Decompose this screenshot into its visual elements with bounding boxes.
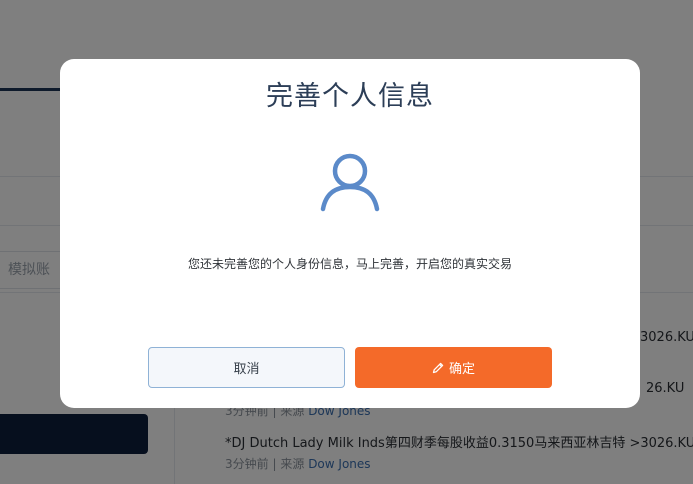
dialog-message: 您还未完善您的个人身份信息，马上完善，开启您的真实交易 [187, 257, 512, 271]
confirm-button-label: 确定 [448, 362, 475, 377]
cancel-button[interactable]: 取消 [148, 347, 345, 388]
complete-profile-dialog: 完善个人信息 您还未完善您的个人身份信息，马上完善，开启您的真实交易 取消 确定 [60, 59, 640, 408]
dialog-title: 完善个人信息 [266, 81, 434, 112]
pencil-icon [432, 362, 444, 373]
user-icon [320, 153, 380, 212]
cancel-button-label: 取消 [233, 362, 260, 377]
confirm-button[interactable]: 确定 [355, 347, 552, 388]
app-screen: 模拟账 3026.KU 26.KU 3分钟前 | 来源 Dow Jones *D… [0, 0, 693, 484]
